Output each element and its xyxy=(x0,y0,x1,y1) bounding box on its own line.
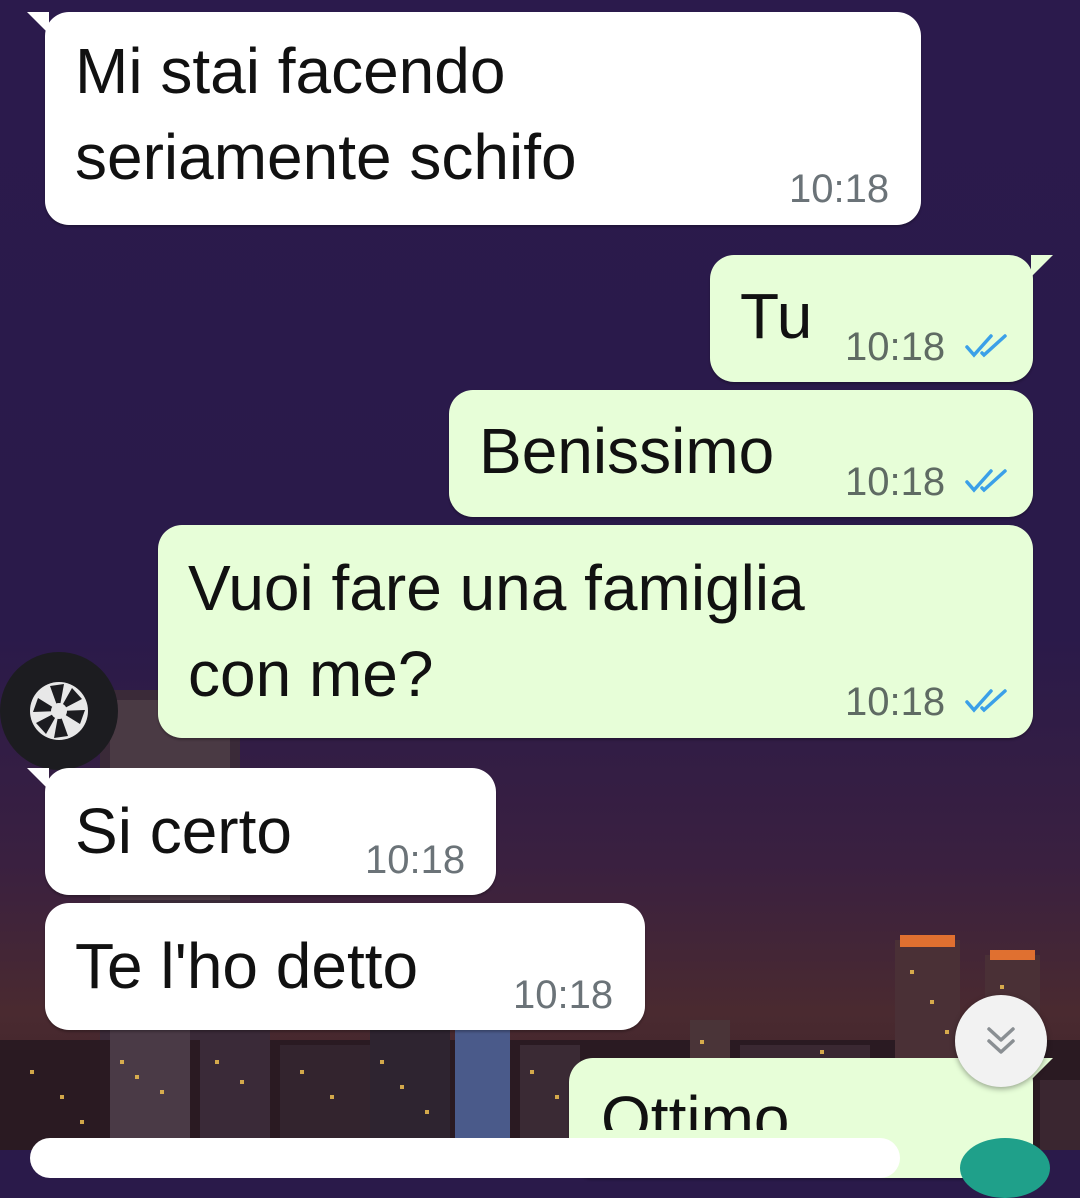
message-timestamp: 10:18 xyxy=(365,838,466,882)
message-timestamp: 10:18 xyxy=(789,167,890,211)
scroll-to-bottom-button[interactable] xyxy=(955,995,1047,1087)
message-text: Si certo xyxy=(75,795,292,867)
outgoing-message-bubble[interactable]: Benissimo 10:18 xyxy=(449,390,1033,517)
outgoing-message-bubble[interactable]: Tu 10:18 xyxy=(710,255,1053,382)
double-check-icon xyxy=(965,334,1007,358)
camera-shutter-icon xyxy=(30,682,88,740)
message-timestamp: 10:18 xyxy=(845,680,946,724)
message-input-bar[interactable] xyxy=(30,1138,900,1178)
camera-button[interactable] xyxy=(0,652,118,770)
incoming-message-bubble[interactable]: Te l'ho detto 10:18 xyxy=(45,903,645,1030)
message-text: Vuoi fare una famiglia con me? xyxy=(188,552,805,710)
send-button[interactable] xyxy=(960,1138,1050,1198)
message-timestamp: 10:18 xyxy=(513,973,614,1017)
incoming-message-bubble[interactable]: Si certo 10:18 xyxy=(27,768,496,895)
double-chevron-down-icon xyxy=(987,1027,1015,1054)
double-check-icon xyxy=(965,469,1007,493)
message-timestamp: 10:18 xyxy=(845,325,946,369)
double-check-icon xyxy=(965,689,1007,713)
message-text: Mi stai facendo seriamente schifo xyxy=(75,35,577,193)
message-text: Tu xyxy=(740,280,813,352)
outgoing-message-bubble[interactable]: Vuoi fare una famiglia con me? 10:18 xyxy=(158,525,1033,738)
incoming-message-bubble[interactable]: Mi stai facendo seriamente schifo 10:18 xyxy=(27,12,921,225)
message-text: Te l'ho detto xyxy=(75,930,419,1002)
message-timestamp: 10:18 xyxy=(845,460,946,504)
message-text: Ottimo xyxy=(601,1083,790,1130)
message-text: Benissimo xyxy=(479,415,775,487)
